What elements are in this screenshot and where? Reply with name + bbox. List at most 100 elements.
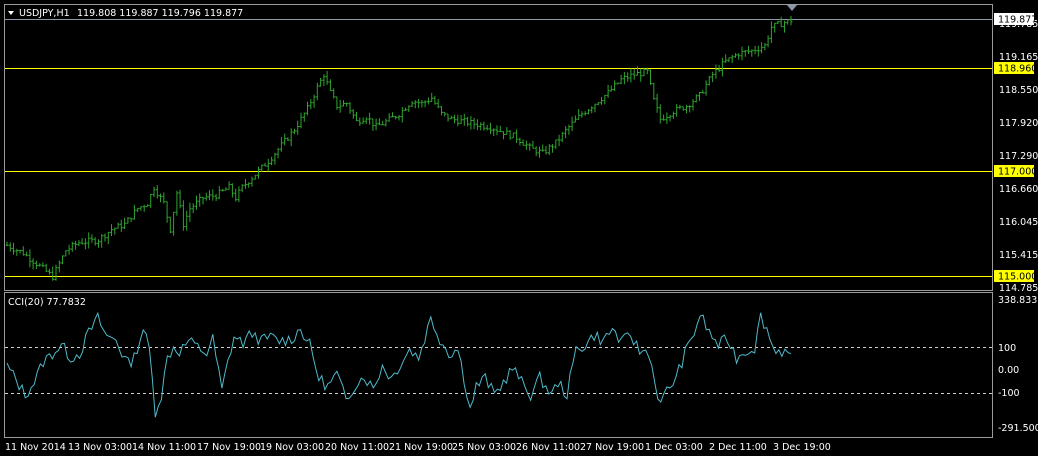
price-bar bbox=[622, 72, 626, 85]
price-bar bbox=[293, 128, 296, 135]
price-bar bbox=[119, 219, 123, 233]
main-chart-frame bbox=[4, 4, 993, 291]
price-bar bbox=[694, 94, 698, 103]
price-bar bbox=[168, 216, 172, 234]
time-tick: 25 Nov 03:00 bbox=[452, 442, 516, 453]
price-bar bbox=[299, 112, 303, 129]
time-tick: 11 Nov 2014 bbox=[5, 442, 66, 453]
price-bar bbox=[776, 20, 780, 24]
price-bar bbox=[515, 129, 519, 143]
cci-tick: 0.00 bbox=[998, 365, 1019, 376]
price-bar bbox=[162, 192, 166, 204]
price-bar bbox=[616, 82, 620, 85]
price-bar bbox=[237, 186, 241, 203]
price-bar bbox=[518, 137, 522, 146]
price-bar bbox=[391, 112, 394, 118]
time-tick: 3 Dec 19:00 bbox=[773, 442, 831, 453]
price-bar bbox=[266, 158, 270, 172]
price-bar bbox=[456, 114, 460, 127]
ohlc-values: 119.808 119.887 119.796 119.877 bbox=[77, 8, 243, 19]
price-bar bbox=[436, 99, 440, 109]
price-bar bbox=[440, 106, 443, 116]
price-bar bbox=[208, 190, 211, 201]
price-bar bbox=[783, 20, 786, 33]
price-bar bbox=[250, 176, 254, 187]
price-bar bbox=[289, 128, 293, 147]
price-bar bbox=[394, 115, 398, 120]
price-bar bbox=[90, 234, 94, 243]
price-tick: 115.415 bbox=[999, 250, 1038, 261]
price-tick: 116.660 bbox=[999, 184, 1038, 195]
time-tick: 2 Dec 11:00 bbox=[709, 442, 767, 453]
price-bar bbox=[12, 242, 15, 255]
price-bar bbox=[139, 206, 143, 211]
price-bar bbox=[619, 74, 623, 85]
price-bar bbox=[505, 127, 509, 135]
price-bar bbox=[217, 186, 221, 200]
price-bar bbox=[103, 233, 107, 242]
price-tick: 117.920 bbox=[999, 118, 1038, 129]
price-bar bbox=[230, 183, 234, 198]
price-bar bbox=[361, 117, 365, 124]
price-bar bbox=[662, 114, 666, 121]
time-axis: 11 Nov 2014 13 Nov 03:00 14 Nov 11:00 17… bbox=[5, 442, 831, 453]
price-bar bbox=[21, 246, 25, 256]
price-bar bbox=[753, 45, 757, 55]
price-bar bbox=[649, 69, 652, 85]
price-tick: 117.290 bbox=[999, 151, 1038, 162]
price-bar bbox=[328, 79, 332, 92]
price-bar bbox=[704, 80, 708, 96]
price-bar bbox=[541, 144, 545, 152]
price-bar bbox=[528, 143, 532, 151]
price-bar bbox=[495, 125, 499, 136]
price-bar bbox=[211, 189, 215, 201]
price-bar bbox=[83, 238, 87, 250]
price-bar bbox=[57, 260, 61, 273]
price-axis: 119.785 119.165 118.550 117.920 117.290 … bbox=[999, 19, 1038, 294]
price-bar bbox=[789, 15, 793, 26]
price-bar bbox=[302, 112, 306, 122]
price-bar bbox=[420, 100, 424, 108]
price-bar bbox=[123, 217, 127, 230]
price-bar bbox=[613, 80, 617, 92]
price-bar bbox=[348, 102, 352, 114]
price-bar bbox=[155, 185, 159, 199]
price-bar bbox=[443, 111, 447, 117]
price-bar bbox=[191, 203, 195, 214]
price-bar bbox=[178, 189, 182, 209]
price-bar bbox=[355, 112, 358, 122]
price-bar bbox=[296, 120, 300, 135]
price-bar bbox=[606, 84, 610, 98]
price-bar bbox=[747, 45, 750, 54]
price-bar bbox=[273, 152, 277, 165]
price-bar bbox=[28, 249, 32, 268]
price-bar bbox=[720, 57, 724, 77]
price-bar bbox=[570, 116, 574, 132]
price-bar bbox=[502, 131, 505, 140]
price-tick: 119.165 bbox=[999, 52, 1038, 63]
price-bar bbox=[165, 201, 169, 223]
price-bar bbox=[260, 164, 264, 172]
price-bar bbox=[247, 182, 251, 188]
price-bar bbox=[469, 116, 473, 130]
price-bar bbox=[564, 126, 568, 139]
price-bar bbox=[240, 184, 244, 193]
price-bar bbox=[54, 264, 58, 281]
price-bar bbox=[639, 68, 643, 82]
price-bar bbox=[41, 262, 45, 268]
symbol-dropdown-icon[interactable] bbox=[8, 11, 14, 15]
price-bar bbox=[730, 54, 734, 64]
price-bar bbox=[126, 217, 130, 224]
price-bar bbox=[629, 68, 633, 83]
price-bar bbox=[551, 144, 554, 153]
price-bar bbox=[711, 71, 715, 83]
time-tick: 17 Nov 19:00 bbox=[197, 442, 261, 453]
price-bar bbox=[152, 186, 156, 198]
price-bar bbox=[335, 96, 339, 110]
price-bar bbox=[600, 96, 603, 105]
price-bar bbox=[18, 250, 22, 254]
price-bar bbox=[587, 109, 590, 115]
chart-window[interactable]: USDJPY,H1 119.808 119.887 119.796 119.87… bbox=[0, 0, 1038, 456]
price-bar bbox=[332, 88, 336, 99]
price-bar bbox=[74, 240, 78, 250]
